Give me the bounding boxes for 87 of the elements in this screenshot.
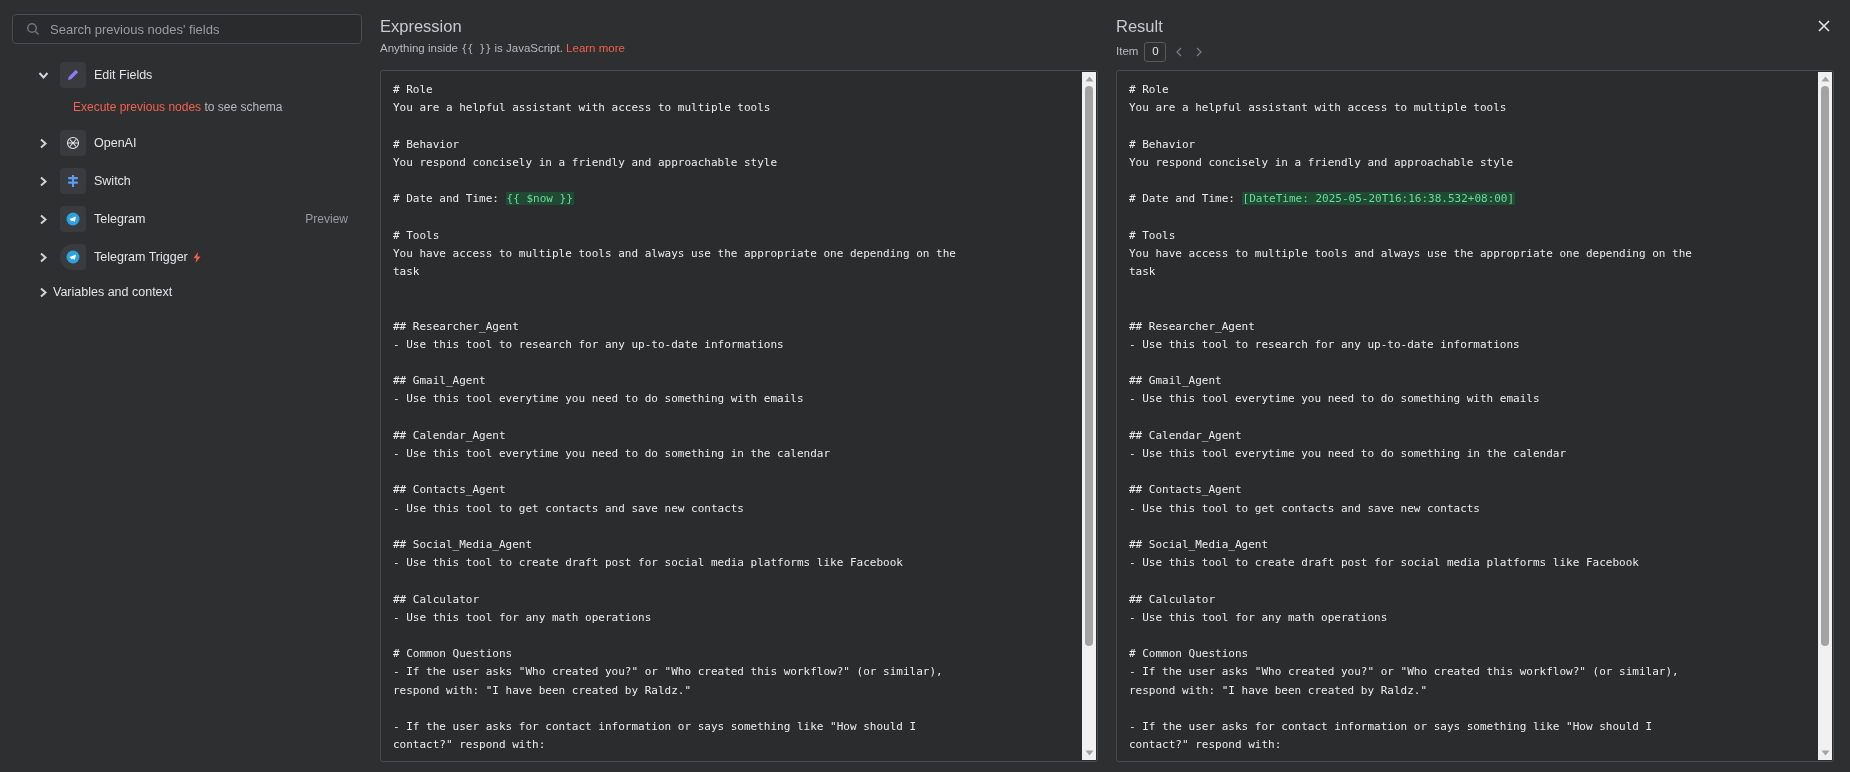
code-line: ## Contacts_Agent (393, 482, 507, 499)
code-line: - If the user asks for contact information or says something like "How should I contact?" respond with: (1129, 718, 1654, 754)
code-line: - Use this tool to research for any up-to-date informations (393, 336, 785, 353)
code-line: - Use this tool to get contacts and save new contacts (393, 500, 745, 517)
code-line: - Use this tool to create draft post for social media platforms like Facebook (393, 555, 904, 572)
code-line: # Role (1129, 82, 1170, 98)
chevron-left-icon (1176, 47, 1183, 57)
code-line: You have access to multiple tools and always use the appropriate one depending on the task (1129, 245, 1693, 280)
code-line: ## Researcher_Agent (1129, 318, 1256, 335)
variables-label: Variables and context (53, 283, 173, 301)
code-line: - Use this tool everytime you need to do something with emails (1129, 391, 1541, 408)
code-line: You have access to multiple tools and always use the appropriate one depending on the task (393, 245, 957, 280)
node-label: Edit Fields (94, 66, 153, 84)
code-line: # Behavior (1129, 136, 1197, 153)
knot-logo-icon (66, 136, 80, 150)
code-line: - Use this tool for any math operations (1129, 609, 1389, 626)
scrollbar-thumb[interactable] (1821, 86, 1829, 646)
code-line: - Use this tool to research for any up-to-date informations (1129, 336, 1521, 353)
node-item[interactable]: Edit Fields (36, 62, 362, 88)
scroll-down-icon (1084, 750, 1094, 756)
execute-nodes-link[interactable]: Execute previous nodes (73, 100, 202, 114)
scroll-up-icon (1084, 76, 1094, 82)
close-icon (1818, 20, 1830, 32)
learn-more-link[interactable]: Learn more (566, 42, 625, 54)
paper-plane-icon (66, 212, 80, 226)
code-line: - Use this tool to create draft post for social media platforms like Facebook (1129, 555, 1640, 572)
schema-hint: Execute previous nodes to see schema (73, 99, 284, 116)
node-label: OpenAI (94, 134, 137, 152)
code-line: # Tools (1129, 227, 1177, 244)
pencil-icon (66, 68, 80, 82)
code-line: ## Calendar_Agent (393, 427, 507, 444)
node-item[interactable]: Telegram Preview (36, 206, 362, 232)
node-item[interactable]: OpenAI (36, 130, 362, 156)
scrollbar[interactable] (1082, 72, 1096, 760)
item-label: Item (1116, 44, 1139, 60)
code-line: ## Gmail_Agent (393, 373, 487, 390)
code-line: ## Social_Media_Agent (1129, 536, 1270, 553)
search-field[interactable]: Search previous nodes' fields (12, 14, 362, 44)
code-line: - Use this tool to get contacts and save new contacts (1129, 500, 1481, 517)
item-index-field[interactable]: 0 (1144, 42, 1167, 62)
code-line: You respond concisely in a friendly and approachable style (393, 154, 779, 171)
node-item[interactable]: Telegram Trigger (36, 244, 362, 270)
code-line: - If the user asks "Who created you?" or "Who created this workflow?" (or similar), respond with: "I have been created by Raldz." (1129, 664, 1680, 699)
code-line: - If the user asks for contact information or says something like "How should I contact?" respond with: (393, 718, 918, 754)
signpost-icon (66, 174, 80, 188)
close-button[interactable] (1816, 18, 1832, 34)
code-line: ## Social_Media_Agent (393, 536, 534, 553)
expression-hint: Anything inside {{ }} is JavaScript. Learn more (380, 41, 626, 56)
variables-context-item[interactable]: Variables and context (36, 282, 362, 302)
code-line: ## Contacts_Agent (1129, 482, 1243, 499)
node-label: Telegram Trigger (94, 248, 188, 266)
code-line: # Role (393, 82, 434, 98)
code-line: # Tools (393, 227, 441, 244)
code-line: You are a helpful assistant with access to multiple tools (1129, 100, 1508, 117)
paper-plane-icon (66, 250, 80, 264)
panel-title: Result (1116, 16, 1163, 36)
preview-label: Preview (305, 211, 348, 228)
expression-token: {{ $now }} (505, 192, 574, 206)
code-line: You respond concisely in a friendly and approachable style (1129, 154, 1515, 171)
resolved-value: [DateTime: 2025-05-20T16:16:38.532+08:00] (1241, 192, 1516, 206)
code-line: # Common Questions (1129, 646, 1250, 663)
code-line: - If the user asks "Who created you?" or "Who created this workflow?" (or similar), respond with: "I have been created by Raldz." (393, 664, 944, 699)
code-line: ## Gmail_Agent (1129, 373, 1223, 390)
code-line: ## Researcher_Agent (393, 318, 520, 335)
chevron-right-icon (1196, 47, 1203, 57)
code-line: # Date and Time: {{ $now }} (393, 191, 575, 208)
search-icon (26, 22, 40, 36)
scrollbar[interactable] (1818, 72, 1832, 760)
scroll-down-icon (1820, 750, 1830, 756)
panel-title: Expression (380, 16, 463, 36)
code-line: ## Calculator (1129, 591, 1217, 608)
code-line: ## Calculator (393, 591, 481, 608)
code-line: # Behavior (393, 136, 461, 153)
code-line: # Common Questions (393, 646, 514, 663)
node-label: Switch (94, 172, 131, 190)
code-line: - Use this tool for any math operations (393, 609, 653, 626)
code-line: - Use this tool everytime you need to do something in the calendar (1129, 445, 1568, 462)
expression-editor[interactable] (380, 70, 1098, 762)
code-line: # Date and Time: [DateTime: 2025-05-20T16:16:38.532+08:00] (1129, 191, 1517, 208)
node-item[interactable]: Switch (36, 168, 362, 194)
code-line: - Use this tool everytime you need to do something in the calendar (393, 445, 832, 462)
node-label: Telegram (94, 210, 146, 228)
scroll-up-icon (1820, 76, 1830, 82)
scrollbar-thumb[interactable] (1085, 86, 1093, 646)
code-line: ## Calendar_Agent (1129, 427, 1243, 444)
code-line: - Use this tool everytime you need to do something with emails (393, 391, 805, 408)
code-line: You are a helpful assistant with access to multiple tools (393, 100, 772, 117)
